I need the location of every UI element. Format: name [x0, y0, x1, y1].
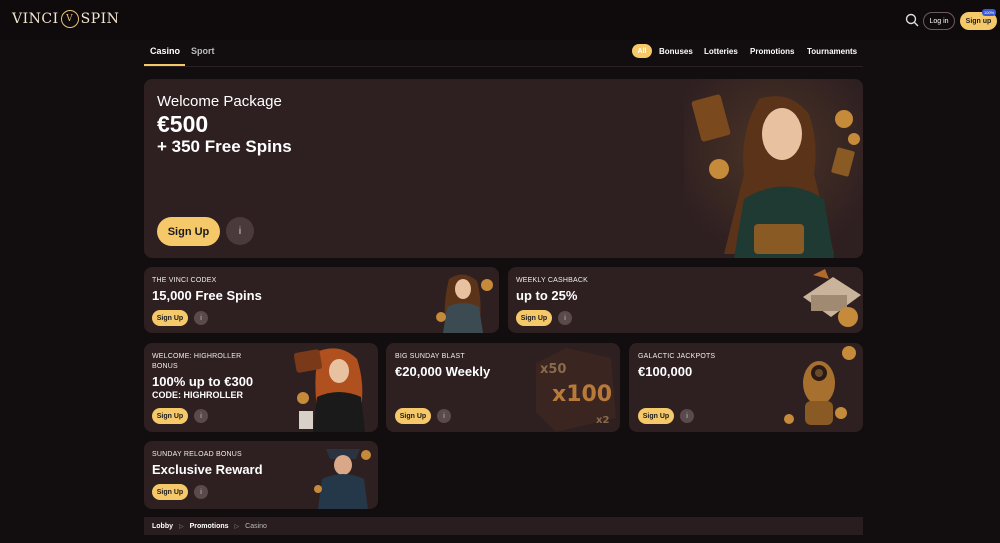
- promo-card-sunday-reload: SUNDAY RELOAD BONUS Exclusive Reward Sig…: [144, 441, 378, 509]
- vinci-codex-art: [436, 274, 493, 333]
- hero-info-icon[interactable]: i: [226, 217, 254, 245]
- promo-signup-button[interactable]: Sign Up: [152, 484, 188, 500]
- filter-bonuses[interactable]: Bonuses: [659, 47, 693, 56]
- promo-signup-button[interactable]: Sign Up: [516, 310, 552, 326]
- hero-amount: €500: [157, 111, 209, 137]
- promo-headline: 100% up to €300: [152, 374, 254, 389]
- search-icon[interactable]: [904, 12, 920, 28]
- hero-free-spins: + 350 Free Spins: [157, 137, 292, 156]
- promo-headline: up to 25%: [516, 288, 578, 303]
- galactic-robot-art: [784, 346, 856, 425]
- multiplier-x2: x2: [596, 415, 609, 426]
- logo-text-right: SPIN: [80, 11, 120, 27]
- promo-signup-button[interactable]: Sign Up: [152, 310, 188, 326]
- breadcrumb-promotions[interactable]: Promotions: [190, 523, 229, 530]
- promo-signup-button[interactable]: Sign Up: [395, 408, 431, 424]
- logo-text-left: VINCI: [12, 11, 59, 27]
- breadcrumb-lobby[interactable]: Lobby: [152, 523, 173, 530]
- promo-info-icon[interactable]: i: [437, 409, 451, 423]
- promo-info-icon[interactable]: i: [194, 311, 208, 325]
- promo-code: CODE: HIGHROLLER: [152, 390, 243, 400]
- filter-tournaments[interactable]: Tournaments: [807, 47, 857, 56]
- captain-art: [314, 449, 371, 509]
- breadcrumb: Lobby ▷ Promotions ▷ Casino: [144, 517, 863, 535]
- promo-card-galactic-jackpots: GALACTIC JACKPOTS €100,000 Sign Up i: [629, 343, 863, 432]
- promo-info-icon[interactable]: i: [558, 311, 572, 325]
- promo-headline: 15,000 Free Spins: [152, 288, 262, 303]
- promo-kicker: BIG SUNDAY BLAST: [395, 353, 465, 360]
- promo-info-icon[interactable]: i: [680, 409, 694, 423]
- promo-card-weekly-cashback: WEEKLY CASHBACK up to 25% Sign Up i: [508, 267, 863, 333]
- filter-promotions[interactable]: Promotions: [750, 47, 794, 56]
- promo-headline: €100,000: [638, 364, 693, 379]
- filter-all[interactable]: All: [632, 44, 652, 58]
- signup-badge: 100%: [982, 9, 997, 16]
- promo-signup-button[interactable]: Sign Up: [638, 408, 674, 424]
- hero-signup-button[interactable]: Sign Up: [157, 217, 220, 246]
- tab-casino[interactable]: Casino: [150, 46, 180, 56]
- promo-headline: Exclusive Reward: [152, 462, 263, 477]
- filter-lotteries[interactable]: Lotteries: [704, 47, 738, 56]
- promo-kicker: WELCOME: HIGHROLLER BONUS: [152, 353, 242, 370]
- promo-card-highroller: WELCOME: HIGHROLLER BONUS 100% up to €30…: [144, 343, 378, 432]
- top-header: VINCI V SPIN Log in Sign up 100%: [0, 0, 1000, 40]
- cashback-art: [803, 269, 861, 327]
- multiplier-art: x50 x100 x2: [536, 348, 616, 432]
- login-button[interactable]: Log in: [923, 12, 955, 30]
- promo-signup-button[interactable]: Sign Up: [152, 408, 188, 424]
- breadcrumb-casino: Casino: [245, 522, 267, 530]
- promo-kicker: GALACTIC JACKPOTS: [638, 353, 716, 360]
- promo-kicker: SUNDAY RELOAD BONUS: [152, 451, 242, 458]
- promo-card-sunday-blast: BIG SUNDAY BLAST €20,000 Weekly Sign Up …: [386, 343, 620, 432]
- breadcrumb-separator-icon: ▷: [179, 523, 184, 530]
- hero-character-art: [684, 79, 863, 258]
- promo-kicker: THE VINCI CODEX: [152, 277, 217, 284]
- logo[interactable]: VINCI V SPIN: [12, 10, 119, 28]
- tab-sport[interactable]: Sport: [191, 46, 215, 56]
- promo-card-vinci-codex: THE VINCI CODEX 15,000 Free Spins Sign U…: [144, 267, 499, 333]
- multiplier-x50: x50: [540, 362, 566, 377]
- promo-info-icon[interactable]: i: [194, 409, 208, 423]
- promo-kicker: WEEKLY CASHBACK: [516, 277, 588, 284]
- logo-mark-icon: V: [60, 10, 79, 28]
- highroller-art: [293, 348, 365, 432]
- multiplier-x100: x100: [552, 382, 612, 407]
- breadcrumb-separator-icon: ▷: [234, 523, 240, 530]
- promo-headline: €20,000 Weekly: [395, 364, 491, 379]
- nav-divider: [144, 66, 863, 67]
- hero-title: Welcome Package: [157, 93, 282, 110]
- promo-info-icon[interactable]: i: [194, 485, 208, 499]
